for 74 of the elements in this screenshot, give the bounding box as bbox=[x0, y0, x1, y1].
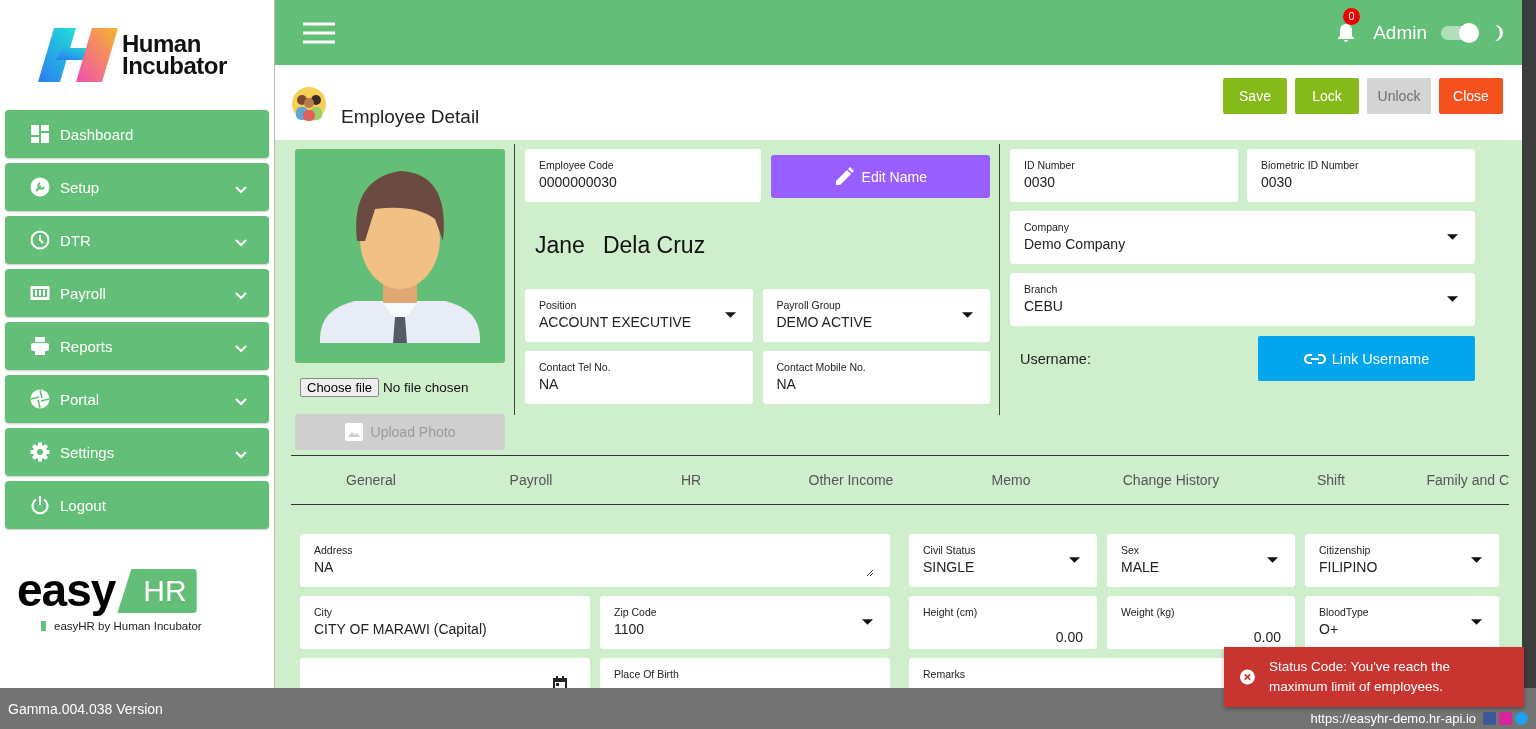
menu-icon[interactable] bbox=[303, 21, 335, 44]
tab[interactable]: Other Income bbox=[771, 456, 931, 504]
social-icon[interactable] bbox=[1515, 712, 1528, 725]
link-icon bbox=[1303, 352, 1326, 365]
caret-icon bbox=[724, 312, 736, 318]
logo-text: Human Incubator bbox=[122, 33, 227, 77]
pencil-icon bbox=[833, 166, 854, 187]
brand-tagline: easyHR by Human Incubator bbox=[54, 620, 202, 632]
number-field[interactable]: Height (cm) 0.00 bbox=[909, 596, 1097, 649]
dashboard-icon bbox=[30, 124, 50, 144]
toast-message: Status Code: You've reach the maximum limit of employees. bbox=[1268, 658, 1452, 696]
text-field[interactable]: ID Number 0030 bbox=[1010, 149, 1238, 202]
dropdown-field[interactable]: Position ACCOUNT EXECUTIVE bbox=[525, 289, 753, 342]
text-field[interactable]: Biometric ID Number 0030 bbox=[1247, 149, 1475, 202]
tab[interactable]: HR bbox=[611, 456, 771, 504]
gear-icon bbox=[30, 442, 50, 462]
dropdown-field[interactable]: Civil Status SINGLE bbox=[909, 534, 1097, 587]
dropdown-field[interactable]: Payroll Group DEMO ACTIVE bbox=[762, 289, 990, 342]
edit-name-button[interactable]: Edit Name bbox=[770, 155, 990, 198]
user-name: Admin bbox=[1373, 21, 1427, 44]
last-name: Dela Cruz bbox=[602, 232, 706, 259]
tab[interactable]: Payroll bbox=[451, 456, 611, 504]
people-icon bbox=[291, 86, 327, 122]
text-field[interactable]: City CITY OF MARAWI (Capital) bbox=[300, 596, 590, 649]
cash-icon bbox=[30, 283, 50, 303]
caret-icon bbox=[1267, 557, 1278, 563]
wrench-icon bbox=[30, 177, 50, 197]
dropdown-field[interactable]: Citizenship FILIPINO bbox=[1305, 534, 1499, 587]
scrollbar[interactable] bbox=[1522, 0, 1536, 688]
brand-badge: HR bbox=[117, 569, 197, 613]
tab[interactable]: General bbox=[291, 456, 451, 504]
text-area-field[interactable]: Address NA bbox=[300, 534, 890, 587]
dark-mode-toggle[interactable] bbox=[1441, 25, 1477, 40]
caret-icon bbox=[1069, 557, 1080, 563]
power-icon bbox=[30, 495, 50, 515]
username-label: Username: bbox=[1020, 350, 1091, 367]
text-field[interactable]: Contact Mobile No. NA bbox=[762, 351, 990, 404]
caret-icon bbox=[1447, 296, 1458, 302]
dropdown-field[interactable]: Zip Code 1100 bbox=[600, 596, 890, 649]
caret-icon bbox=[962, 312, 973, 318]
tab[interactable]: Memo bbox=[931, 456, 1091, 504]
bell-icon[interactable] bbox=[1337, 22, 1356, 43]
page-title: Employee Detail bbox=[341, 106, 480, 128]
site-url[interactable]: https://easyhr-demo.hr-api.io bbox=[1310, 711, 1476, 726]
tab[interactable]: Family and C bbox=[1411, 456, 1509, 504]
action-button[interactable]: Close bbox=[1439, 78, 1503, 114]
resize-grip-icon bbox=[866, 569, 874, 577]
logo-mark-icon bbox=[38, 28, 118, 82]
aperture-icon bbox=[30, 389, 50, 409]
caret-icon bbox=[1447, 234, 1458, 240]
dropdown-field[interactable]: BloodType O+ bbox=[1305, 596, 1499, 649]
number-field[interactable]: Weight (kg) 0.00 bbox=[1107, 596, 1295, 649]
choose-file-button[interactable]: Choose file bbox=[300, 378, 380, 397]
tagline-bar-icon bbox=[41, 621, 46, 631]
text-field[interactable]: Place Of Birth bbox=[600, 658, 890, 688]
text-field[interactable]: Employee Code 0000000030 bbox=[525, 149, 761, 202]
tab[interactable]: Shift bbox=[1251, 456, 1411, 504]
caret-icon bbox=[862, 619, 873, 625]
first-name: Jane bbox=[535, 232, 585, 259]
file-status: No file chosen bbox=[383, 380, 469, 395]
dropdown-field[interactable]: Sex MALE bbox=[1107, 534, 1295, 587]
image-icon bbox=[344, 423, 363, 441]
text-field[interactable]: Contact Tel No. NA bbox=[525, 351, 753, 404]
printer-icon bbox=[30, 336, 50, 356]
caret-icon bbox=[1471, 619, 1482, 625]
dropdown-field[interactable]: Branch CEBU bbox=[1010, 273, 1475, 326]
tab[interactable]: Change History bbox=[1091, 456, 1251, 504]
clock-icon bbox=[30, 230, 50, 250]
dropdown-field[interactable]: Company Demo Company bbox=[1010, 211, 1475, 264]
caret-icon bbox=[1471, 557, 1482, 563]
social-icon[interactable] bbox=[1483, 712, 1496, 725]
version-text: Gamma.004.038 Version bbox=[8, 700, 163, 717]
social-icon[interactable] bbox=[1499, 712, 1512, 725]
notification-count: 0 bbox=[1343, 7, 1361, 25]
